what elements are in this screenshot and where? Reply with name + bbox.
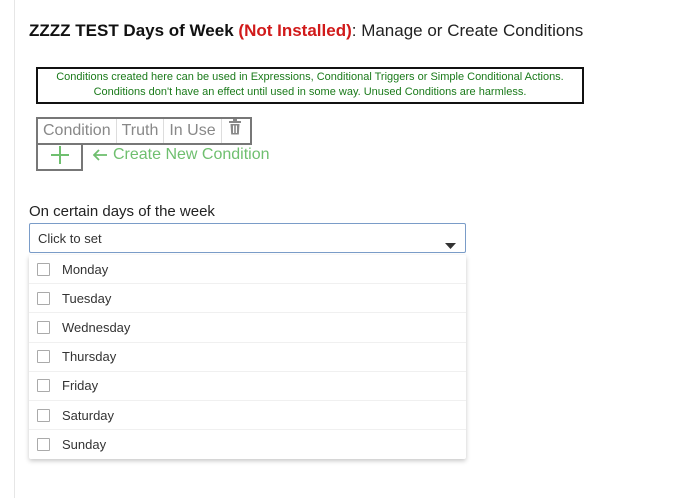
- checkbox-wednesday[interactable]: [37, 320, 50, 334]
- option-tuesday[interactable]: Tuesday: [29, 284, 466, 314]
- column-condition: Condition: [38, 119, 117, 143]
- column-in-use: In Use: [164, 119, 222, 143]
- conditions-table-header: Condition Truth In Use: [36, 117, 252, 145]
- add-condition-button[interactable]: [36, 143, 83, 171]
- option-label: Sunday: [62, 437, 107, 453]
- option-label: Saturday: [62, 407, 115, 423]
- caret-down-icon: [445, 236, 456, 254]
- option-label: Thursday: [62, 349, 117, 365]
- info-line-1: Conditions created here can be used in E…: [56, 71, 564, 83]
- option-friday[interactable]: Friday: [29, 372, 466, 401]
- option-sunday[interactable]: Sunday: [29, 430, 466, 459]
- info-line-2: Conditions don't have an effect until us…: [93, 86, 527, 98]
- days-select[interactable]: Click to set: [29, 223, 466, 253]
- checkbox-tuesday[interactable]: [37, 291, 50, 305]
- checkbox-saturday[interactable]: [37, 408, 50, 422]
- days-dropdown-menu: Monday Tuesday Wednesday Thursday Friday…: [29, 255, 466, 459]
- option-label: Wednesday: [62, 319, 131, 335]
- app-name: ZZZZ TEST Days of Week: [29, 21, 234, 40]
- create-new-condition-link[interactable]: Create New Condition: [93, 146, 270, 164]
- days-field-label: On certain days of the week: [29, 203, 215, 220]
- option-label: Monday: [62, 261, 109, 277]
- delete-column[interactable]: [222, 119, 250, 143]
- left-arrow-icon: [93, 149, 107, 161]
- checkbox-friday[interactable]: [37, 379, 50, 393]
- plus-icon: [50, 145, 69, 169]
- column-truth: Truth: [117, 119, 165, 143]
- checkbox-monday[interactable]: [37, 262, 50, 276]
- option-wednesday[interactable]: Wednesday: [29, 313, 466, 343]
- option-saturday[interactable]: Saturday: [29, 401, 466, 431]
- page-title: ZZZZ TEST Days of Week (Not Installed): …: [29, 20, 583, 42]
- info-notice: Conditions created here can be used in E…: [36, 67, 584, 104]
- days-select-placeholder: Click to set: [38, 231, 102, 246]
- option-label: Friday: [62, 378, 99, 394]
- page-subtitle: : Manage or Create Conditions: [351, 21, 584, 40]
- option-thursday[interactable]: Thursday: [29, 343, 466, 372]
- option-label: Tuesday: [62, 290, 112, 306]
- trash-icon[interactable]: [228, 119, 242, 143]
- checkbox-thursday[interactable]: [37, 350, 50, 364]
- checkbox-sunday[interactable]: [37, 438, 50, 452]
- create-new-condition-label: Create New Condition: [113, 146, 270, 163]
- option-monday[interactable]: Monday: [29, 255, 466, 285]
- install-status: (Not Installed): [238, 21, 352, 40]
- page-left-border: [14, 0, 15, 498]
